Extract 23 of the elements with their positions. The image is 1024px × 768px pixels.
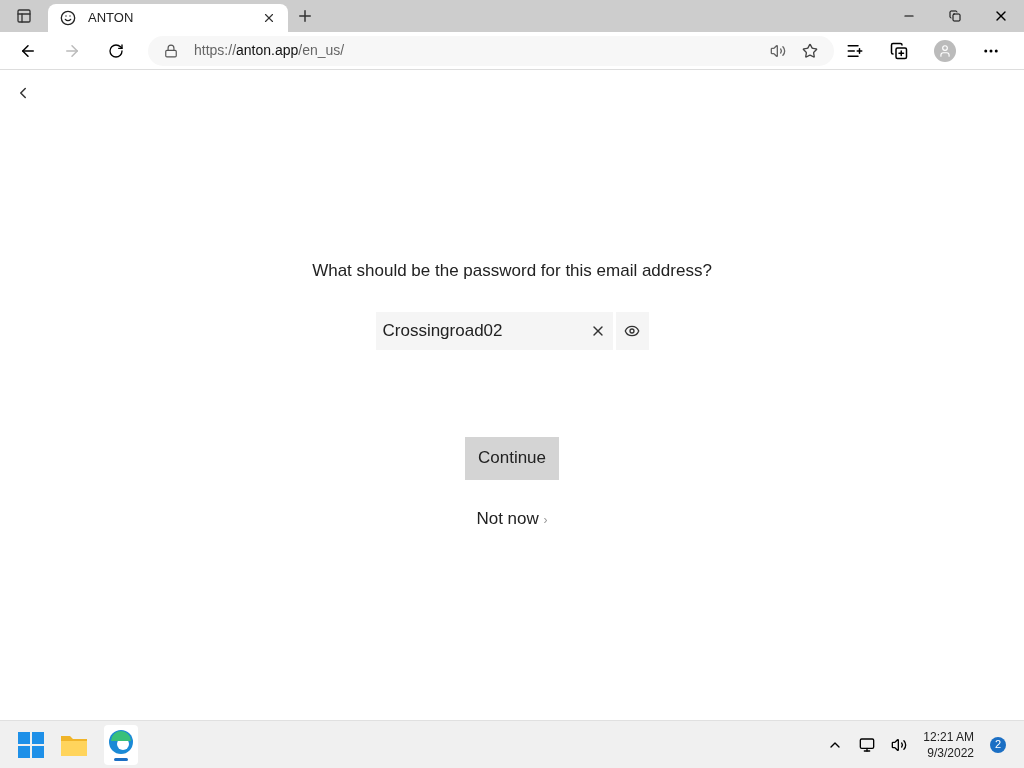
continue-button[interactable]: Continue (465, 436, 559, 480)
browser-tab[interactable]: ANTON (48, 4, 288, 32)
not-now-link[interactable]: Not now › (476, 505, 548, 531)
close-tab-icon[interactable] (262, 11, 276, 25)
notification-badge[interactable]: 2 (990, 736, 1006, 753)
url-text: https://anton.app/en_us/ (194, 41, 346, 60)
new-tab-icon[interactable] (296, 7, 314, 25)
refresh-icon[interactable] (108, 42, 124, 59)
collections-icon[interactable] (890, 41, 908, 60)
question-text: What should be the password for this email address? (312, 260, 712, 282)
clock-time[interactable]: 12:21 AM (923, 728, 974, 745)
lock-icon (164, 43, 178, 58)
restore-icon[interactable] (949, 10, 961, 22)
favorite-star-icon[interactable] (802, 42, 818, 59)
windows-start-icon[interactable] (18, 731, 44, 758)
smile-icon (60, 10, 76, 26)
tab-title: ANTON (88, 9, 135, 28)
tab-actions-icon[interactable] (16, 8, 32, 24)
show-password-button[interactable] (615, 311, 649, 350)
address-bar[interactable]: https://anton.app/en_us/ (148, 35, 834, 66)
clock-date[interactable]: 9/3/2022 (927, 744, 974, 761)
password-field[interactable]: Crossingroad02 (375, 311, 584, 350)
volume-icon[interactable] (891, 736, 908, 753)
